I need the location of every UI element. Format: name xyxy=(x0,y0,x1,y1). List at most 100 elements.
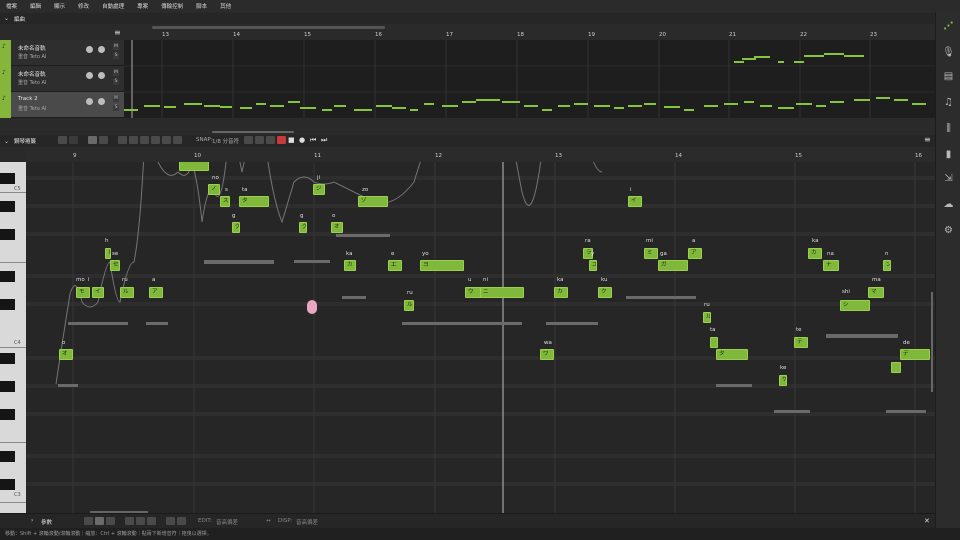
note[interactable]: ア xyxy=(688,248,702,259)
note[interactable]: モ xyxy=(76,287,90,298)
grid-tool-icon[interactable] xyxy=(162,136,171,144)
menu-other[interactable]: 其他 xyxy=(220,2,231,10)
metronome-icon[interactable] xyxy=(266,136,275,144)
disp-param-select[interactable]: 音高偏差 xyxy=(296,518,318,526)
note[interactable]: ヒ xyxy=(105,248,111,259)
note[interactable]: ケ xyxy=(779,375,787,386)
loop-icon[interactable] xyxy=(244,136,253,144)
draw-tool-icon[interactable] xyxy=(69,136,78,144)
note[interactable]: テ xyxy=(794,337,808,348)
note[interactable] xyxy=(179,162,209,171)
track-row[interactable]: ♪ 未命名音軌 重音 Teto AI M S xyxy=(0,66,124,92)
note[interactable]: ゾ xyxy=(358,196,388,207)
vibrato-tool-icon[interactable] xyxy=(140,136,149,144)
note[interactable]: グ xyxy=(232,222,240,233)
menu-auto[interactable]: 自動處理 xyxy=(102,2,124,10)
solo-button[interactable]: S xyxy=(113,53,119,59)
note[interactable]: デ xyxy=(900,349,930,360)
track-name[interactable]: 未命名音軌 xyxy=(18,70,46,78)
note[interactable]: ク xyxy=(598,287,612,298)
swap-icon[interactable]: ↔ xyxy=(266,518,271,524)
black-key[interactable] xyxy=(0,409,15,420)
note[interactable]: イ xyxy=(628,196,642,207)
note[interactable]: ガ xyxy=(658,260,688,271)
pianoroll-ruler[interactable]: 9 10 11 12 13 14 15 16 xyxy=(26,151,935,162)
book-icon[interactable]: ▮ xyxy=(942,148,955,161)
menu-transport[interactable]: 傳輸控制 xyxy=(161,2,183,10)
arrangement-ruler[interactable]: 13 14 15 16 17 18 19 20 21 22 23 xyxy=(124,31,935,40)
pianoroll-menu-icon[interactable]: ≡ xyxy=(924,136,931,144)
params-scrollbar[interactable] xyxy=(90,511,148,513)
note[interactable]: ル xyxy=(404,300,414,311)
zoom-in-icon[interactable] xyxy=(166,517,175,525)
note[interactable]: ニ xyxy=(480,287,524,298)
note[interactable] xyxy=(891,362,901,373)
note[interactable]: ア xyxy=(149,287,163,298)
skip-end-icon[interactable]: ⏭ xyxy=(321,136,330,144)
track-menu-icon[interactable]: ≡ xyxy=(114,29,121,37)
expand-params-icon[interactable]: › xyxy=(31,517,33,524)
curve-tool-icon[interactable] xyxy=(136,517,145,525)
lyric-tool-icon[interactable] xyxy=(173,136,182,144)
menu-script[interactable]: 腳本 xyxy=(196,2,207,10)
note[interactable]: カ xyxy=(554,287,568,298)
pianoroll-grid[interactable]: o オ mo モ i イ h ヒ se セ ru ル a ア no ノ s ス … xyxy=(26,162,935,513)
arrangement-area[interactable] xyxy=(124,40,935,118)
zoom-out-icon[interactable] xyxy=(177,517,186,525)
solo-button[interactable]: S xyxy=(113,105,119,111)
note[interactable]: エ xyxy=(388,260,402,271)
settings-icon[interactable]: ⚙ xyxy=(942,224,955,237)
select-tool-icon[interactable] xyxy=(84,517,93,525)
pan-knob[interactable] xyxy=(98,46,105,53)
pencil-tool-icon[interactable] xyxy=(88,136,97,144)
note[interactable]: オ xyxy=(331,222,343,233)
black-key[interactable] xyxy=(0,299,15,310)
note[interactable]: カ xyxy=(808,248,822,259)
line-tool-icon[interactable] xyxy=(106,517,115,525)
mute-button[interactable]: M xyxy=(113,44,119,50)
pianoroll-scrollbar[interactable] xyxy=(212,131,294,133)
pencil-tool-icon[interactable] xyxy=(95,517,104,525)
follow-icon[interactable] xyxy=(255,136,264,144)
note[interactable]: セ xyxy=(110,260,120,271)
black-key[interactable] xyxy=(0,271,15,282)
pause-icon[interactable] xyxy=(277,136,286,144)
cloud-icon[interactable]: ☁ xyxy=(942,198,955,211)
lock-icon[interactable] xyxy=(147,517,156,525)
black-key[interactable] xyxy=(0,479,15,490)
black-key[interactable] xyxy=(0,451,15,462)
piano-keyboard[interactable]: C5 C4 C3 xyxy=(0,162,26,528)
close-params-icon[interactable]: ✕ xyxy=(924,517,930,525)
menu-file[interactable]: 檔案 xyxy=(6,2,17,10)
note[interactable]: イ xyxy=(92,287,104,298)
pitch-tool-icon[interactable] xyxy=(118,136,127,144)
note[interactable]: マ xyxy=(868,287,884,298)
menu-edit[interactable]: 編輯 xyxy=(30,2,41,10)
snap-select[interactable]: 1/8 分音符 xyxy=(212,137,239,145)
pan-knob[interactable] xyxy=(98,98,105,105)
select-tool-icon[interactable] xyxy=(58,136,67,144)
volume-knob[interactable] xyxy=(86,98,93,105)
solo-button[interactable]: S xyxy=(113,79,119,85)
volume-knob[interactable] xyxy=(86,72,93,79)
music-note-icon[interactable]: ♫ xyxy=(942,96,955,109)
track-row-selected[interactable]: ♪ Track 2 重音 Teto AI M S xyxy=(0,92,124,118)
menu-modify[interactable]: 修改 xyxy=(78,2,89,10)
note[interactable]: タ xyxy=(239,196,269,207)
volume-knob[interactable] xyxy=(86,46,93,53)
library-icon[interactable]: ⫼ xyxy=(942,122,955,135)
record-icon[interactable]: ● xyxy=(299,136,308,144)
note[interactable]: ユ xyxy=(589,260,597,271)
note[interactable]: ス xyxy=(220,196,230,207)
collapse-arrangement-icon[interactable]: ⌄ xyxy=(4,15,9,22)
note[interactable]: グ xyxy=(299,222,307,233)
note[interactable]: ナ xyxy=(823,260,839,271)
note[interactable]: ミ xyxy=(644,248,658,259)
microphone-icon[interactable]: 🎙 xyxy=(942,46,955,59)
collapse-pianoroll-icon[interactable]: ⌄ xyxy=(4,138,9,145)
note[interactable]: オ xyxy=(59,349,73,360)
arrangement-scrollbar[interactable] xyxy=(152,26,385,29)
note[interactable]: ノ xyxy=(208,184,220,195)
note[interactable]: ヨ xyxy=(420,260,464,271)
pan-knob[interactable] xyxy=(98,72,105,79)
